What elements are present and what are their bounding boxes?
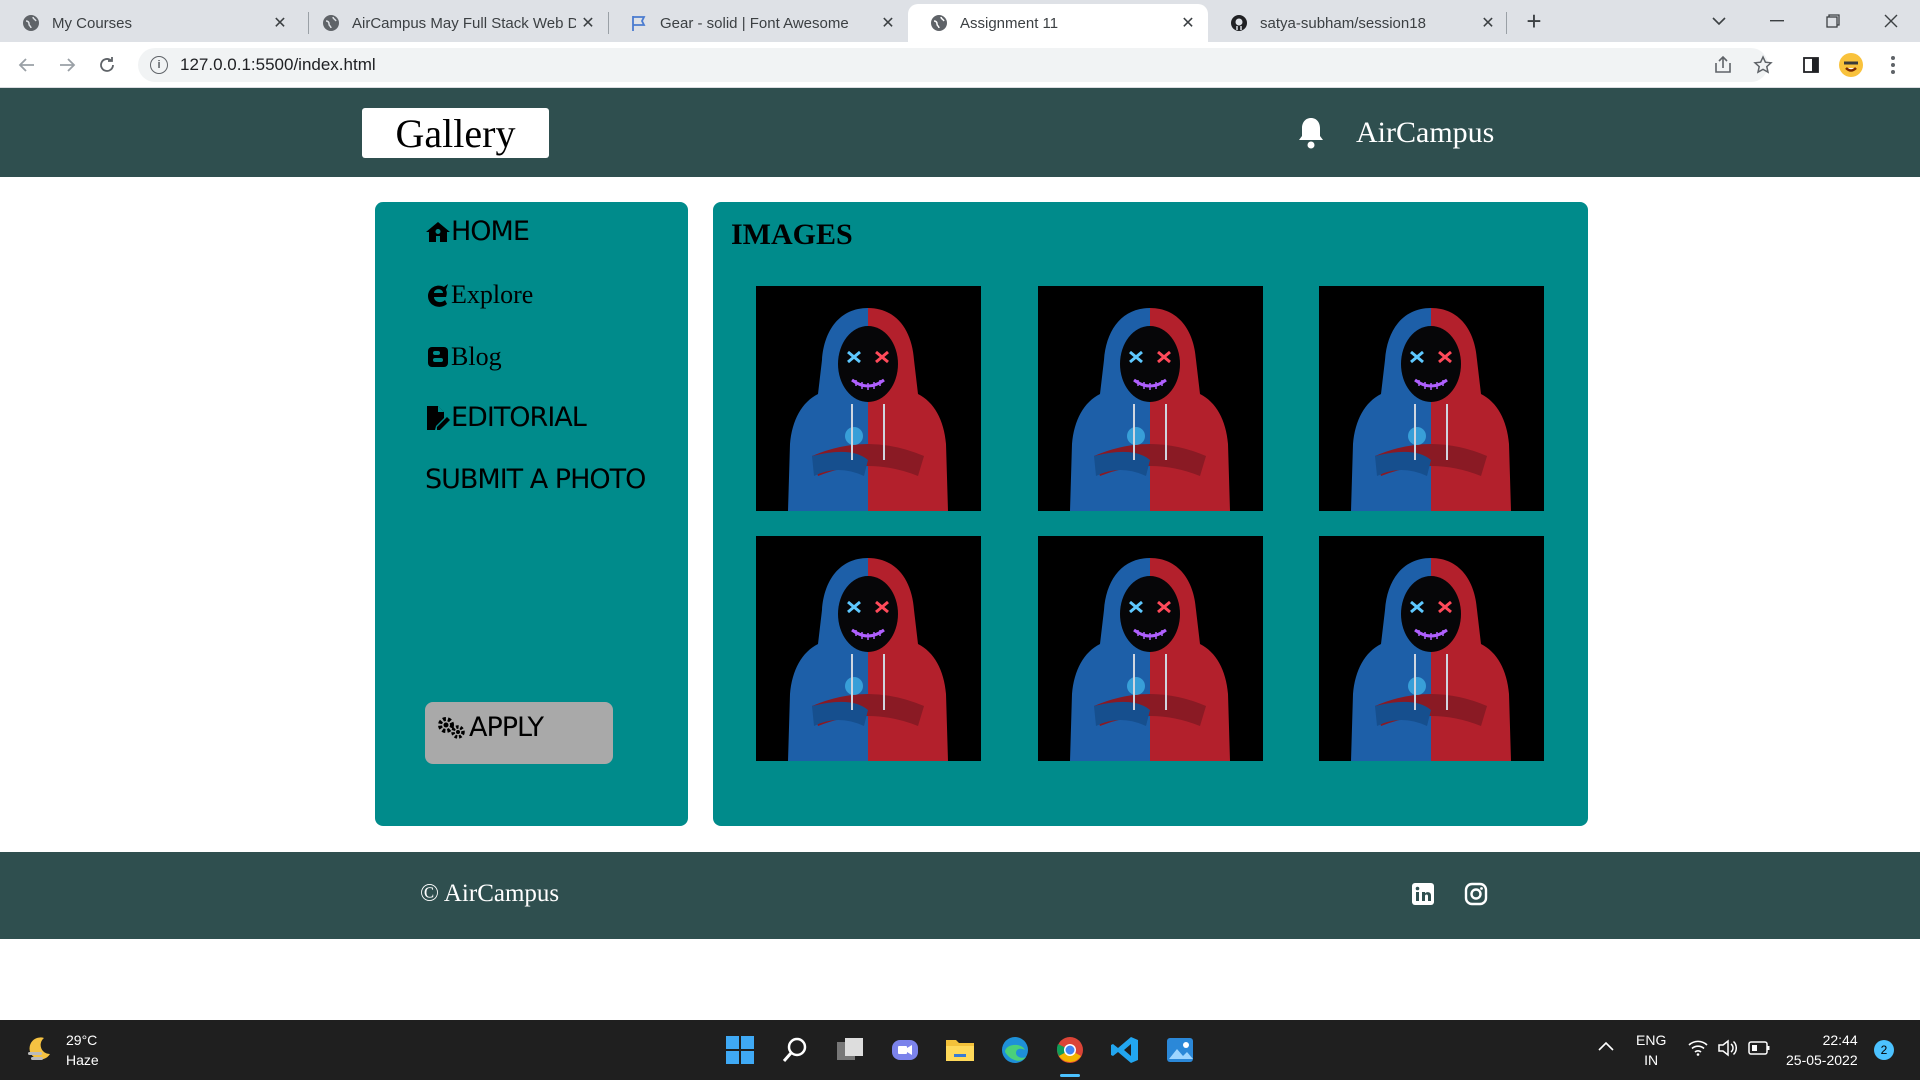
sidebar: HOME Explore Blog EDITORIAL SUBMIT A PHO…	[375, 202, 688, 826]
address-bar[interactable]: i 127.0.0.1:5500/index.html	[138, 48, 1768, 82]
house-icon	[425, 219, 451, 245]
globe-icon	[22, 14, 40, 32]
vscode-icon[interactable]	[1107, 1032, 1143, 1068]
chrome-browser-icon[interactable]	[1052, 1032, 1088, 1068]
sidebar-item-blog[interactable]: Blog	[425, 342, 502, 372]
tab-github[interactable]: satya-subham/session18 ✕	[1208, 4, 1508, 42]
close-tab-icon[interactable]: ✕	[268, 13, 292, 33]
close-window-button[interactable]	[1864, 0, 1918, 42]
gallery-image[interactable]	[1319, 536, 1544, 761]
gallery-image[interactable]	[756, 536, 981, 761]
sidebar-item-label: SUBMIT A PHOTO	[425, 464, 646, 495]
tab-title: Assignment 11	[960, 14, 1059, 32]
edge-browser-icon[interactable]	[997, 1032, 1033, 1068]
moon-icon	[26, 1034, 54, 1067]
site-info-icon[interactable]: i	[150, 56, 168, 74]
images-panel: IMAGES	[713, 202, 1588, 826]
url-text: 127.0.0.1:5500/index.html	[180, 55, 376, 74]
close-tab-icon[interactable]: ✕	[876, 13, 900, 33]
apply-button[interactable]: APPLY	[425, 702, 613, 764]
apply-label: APPLY	[469, 712, 544, 743]
bell-icon[interactable]	[1296, 116, 1326, 150]
temperature: 29°C	[66, 1032, 98, 1048]
site-footer: © AirCampus	[0, 852, 1920, 939]
copyright-text: © AirCampus	[420, 880, 560, 907]
new-tab-button[interactable]: +	[1520, 8, 1548, 36]
profile-avatar[interactable]	[1838, 52, 1864, 78]
sidebar-item-label: Explore	[451, 280, 534, 309]
search-icon[interactable]	[777, 1032, 813, 1068]
restore-button[interactable]	[1806, 0, 1860, 42]
images-heading: IMAGES	[731, 218, 853, 251]
gallery-image[interactable]	[1038, 536, 1263, 761]
teams-chat-icon[interactable]	[887, 1032, 923, 1068]
weather-condition: Haze	[66, 1052, 99, 1068]
flag-icon	[630, 14, 648, 32]
tab-title: My Courses	[52, 14, 133, 32]
weather-widget[interactable]: 29°C Haze	[26, 1030, 99, 1070]
clock-date: 25-05-2022	[1786, 1052, 1858, 1068]
sidebar-item-label: Blog	[451, 342, 502, 371]
sidebar-item-home[interactable]: HOME	[425, 216, 530, 247]
volume-icon[interactable]	[1717, 1039, 1738, 1060]
clock-time: 22:44	[1822, 1032, 1858, 1048]
tab-search-chevron-icon[interactable]	[1692, 0, 1746, 42]
taskbar-clock[interactable]: 22:44 25-05-2022	[1786, 1030, 1858, 1070]
language-indicator[interactable]: ENG IN	[1636, 1030, 1666, 1070]
tab-separator	[1506, 12, 1507, 34]
site-header: Gallery AirCampus	[0, 88, 1920, 177]
gallery-image[interactable]	[756, 286, 981, 511]
gallery-image[interactable]	[1319, 286, 1544, 511]
browser-toolbar: i 127.0.0.1:5500/index.html	[0, 42, 1920, 88]
blogger-icon	[425, 344, 451, 370]
windows-taskbar: 29°C Haze ENG IN 22:44 25-05-2022 2	[0, 1020, 1920, 1080]
tab-title: Gear - solid | Font Awesome	[660, 14, 849, 32]
gallery-logo[interactable]: Gallery	[362, 108, 549, 158]
tab-font-awesome[interactable]: Gear - solid | Font Awesome ✕	[608, 4, 908, 42]
close-tab-icon[interactable]: ✕	[1476, 13, 1500, 33]
browser-menu-icon[interactable]	[1880, 52, 1906, 78]
task-view-icon[interactable]	[832, 1032, 868, 1068]
globe-icon	[322, 14, 340, 32]
battery-icon[interactable]	[1748, 1041, 1770, 1058]
show-hidden-icons-chevron-icon[interactable]	[1598, 1038, 1614, 1054]
sidebar-item-explore[interactable]: Explore	[425, 280, 533, 310]
tab-assignment-11[interactable]: Assignment 11 ✕	[908, 4, 1208, 42]
tab-title: AirCampus May Full Stack Web D	[352, 14, 576, 32]
wifi-icon[interactable]	[1688, 1040, 1708, 1059]
tab-aircampus[interactable]: AirCampus May Full Stack Web D ✕	[300, 4, 608, 42]
file-pen-icon	[425, 405, 451, 431]
share-icon[interactable]	[1710, 52, 1736, 78]
browser-tab-strip: My Courses ✕ AirCampus May Full Stack We…	[0, 0, 1920, 42]
side-panel-icon[interactable]	[1798, 52, 1824, 78]
globe-icon	[930, 14, 948, 32]
photos-icon[interactable]	[1162, 1032, 1198, 1068]
gallery-image[interactable]	[1038, 286, 1263, 511]
forward-button[interactable]	[52, 50, 82, 80]
region-code: IN	[1644, 1052, 1659, 1068]
instagram-icon[interactable]	[1464, 882, 1488, 906]
close-tab-icon[interactable]: ✕	[1176, 13, 1200, 33]
brand-name[interactable]: AirCampus	[1356, 116, 1494, 150]
windows-start-icon[interactable]	[722, 1032, 758, 1068]
internet-explorer-icon	[425, 282, 451, 308]
sidebar-item-submit-photo[interactable]: SUBMIT A PHOTO	[425, 464, 646, 495]
close-tab-icon[interactable]: ✕	[576, 13, 600, 33]
language-code: ENG	[1636, 1032, 1667, 1048]
active-app-indicator	[1060, 1074, 1080, 1077]
file-explorer-icon[interactable]	[942, 1032, 978, 1068]
linkedin-icon[interactable]	[1411, 882, 1435, 906]
tab-my-courses[interactable]: My Courses ✕	[0, 4, 300, 42]
gears-icon	[437, 716, 467, 740]
github-icon	[1230, 14, 1248, 32]
sidebar-item-editorial[interactable]: EDITORIAL	[425, 402, 587, 433]
back-button[interactable]	[12, 50, 42, 80]
bookmark-star-icon[interactable]	[1750, 52, 1776, 78]
tab-title: satya-subham/session18	[1260, 14, 1426, 32]
notification-badge[interactable]: 2	[1874, 1040, 1894, 1060]
sidebar-item-label: EDITORIAL	[451, 402, 587, 433]
minimize-button[interactable]	[1750, 0, 1804, 42]
sidebar-item-label: HOME	[451, 216, 530, 247]
reload-button[interactable]	[92, 50, 122, 80]
